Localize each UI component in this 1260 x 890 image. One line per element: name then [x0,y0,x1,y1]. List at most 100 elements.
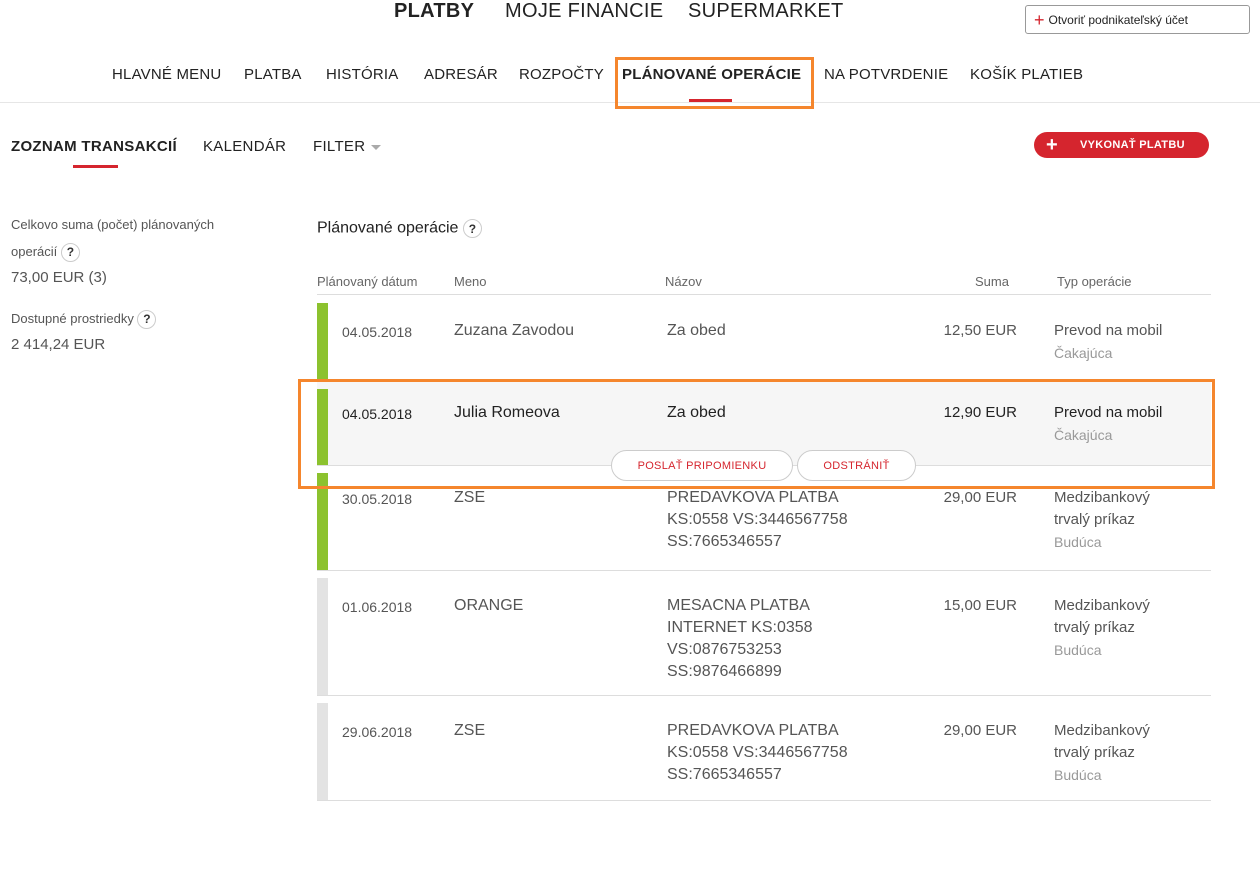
header-divider [317,294,1211,295]
total-sum-label-line1: Celkovo suma (počet) plánovaných [11,217,215,232]
available-funds-label: Dostupné prostriedky ? [11,305,157,332]
status-text: Budúca [1054,534,1102,550]
table-row[interactable]: 30.05.2018 ZSE PREDAVKOVA PLATBA KS:0558 VS… [317,466,1211,571]
active-sub-tab-indicator [689,99,732,102]
cell-sum: 15,00 EUR [943,597,1017,614]
sub-tab-adresar[interactable]: ADRESÁR [424,66,498,83]
cell-date: 01.06.2018 [342,599,413,615]
cell-title: MESACNA PLATBA INTERNET KS:0358 VS:0876753… [667,595,813,683]
make-payment-button[interactable]: + VYKONAŤ PLATBU [1034,132,1209,158]
total-sum-label: Celkovo suma (počet) plánovaných operáci… [11,211,214,265]
cell-type-line: Medzibankový [1054,597,1150,614]
cell-sum: 12,90 EUR [943,404,1017,421]
cell-title-line: SS:9876466899 [667,663,782,680]
sub-tab-rozpocty[interactable]: ROZPOČTY [519,66,604,83]
make-payment-label: VYKONAŤ PLATBU [1079,139,1185,151]
help-icon[interactable]: ? [60,243,80,263]
sub-tab-historia[interactable]: HISTÓRIA [326,66,398,83]
cell-title-line: Za obed [667,322,726,339]
cell-title-line: PREDAVKOVA PLATBA [667,722,839,739]
cell-type: Prevod na mobil Čakajúca [1054,320,1162,364]
cell-date: 29.06.2018 [342,724,413,740]
total-sum-label-line2: operácií [11,244,58,259]
cell-name: ORANGE [454,597,524,614]
column-header-name[interactable]: Meno [454,274,487,289]
cell-date: 04.05.2018 [342,406,413,422]
cell-title-line: KS:0558 VS:3446567758 [667,744,848,761]
cell-type: Medzibankový trvalý príkaz Budúca [1054,487,1150,553]
sub-tab-hlavne-menu[interactable]: HLAVNÉ MENU [112,66,221,83]
main-tab-moje-financie[interactable]: MOJE FINANCIE [505,0,663,23]
status-text: Budúca [1054,642,1102,658]
cell-date: 30.05.2018 [342,491,413,507]
top-navigation: PLATBY MOJE FINANCIE SUPERMARKET + Otvor… [0,0,1260,103]
cell-type-line: Medzibankový [1054,722,1150,739]
sub-tab-kosik-platieb[interactable]: KOŠÍK PLATIEB [970,66,1083,83]
sub-tab-na-potvrdenie[interactable]: NA POTVRDENIE [824,66,948,83]
cell-title-line: SS:7665346557 [667,533,782,550]
status-text: Budúca [1054,767,1102,783]
main-tab-supermarket[interactable]: SUPERMARKET [688,0,844,23]
status-text: Čakajúca [1054,427,1113,443]
section-title-text: Plánované operácie [317,219,459,237]
plus-icon: + [1046,134,1058,156]
cell-type-line: Prevod na mobil [1054,404,1163,421]
cell-type: Medzibankový trvalý príkaz Budúca [1054,595,1150,661]
cell-title: PREDAVKOVA PLATBA KS:0558 VS:3446567758 SS… [667,720,848,786]
cell-title-line: SS:7665346557 [667,766,782,783]
help-icon[interactable]: ? [462,219,482,238]
plus-icon: + [1034,9,1045,30]
cell-name: Zuzana Zavodou [454,322,575,339]
column-header-date[interactable]: Plánovaný dátum [317,274,417,289]
table-row[interactable]: 01.06.2018 ORANGE MESACNA PLATBA INTERNET K… [317,571,1211,696]
cell-type-line: trvalý príkaz [1054,511,1135,528]
cell-title: PREDAVKOVA PLATBA KS:0558 VS:3446567758 SS… [667,487,848,553]
status-bar [317,578,328,695]
table-row[interactable]: 04.05.2018 Zuzana Zavodou Za obed 12,50 EUR… [317,296,1211,382]
sub-tab-platba[interactable]: PLATBA [244,66,302,83]
open-business-account-label: Otvoriť podnikateľský účet [1048,12,1188,27]
available-funds-value: 2 414,24 EUR [11,336,106,353]
cell-sum: 12,50 EUR [943,322,1017,339]
cell-name: Julia Romeova [454,404,560,421]
section-title: Plánované operácie ? [317,219,482,238]
cell-title-line: MESACNA PLATBA [667,597,810,614]
column-header-title[interactable]: Názov [665,274,702,289]
cell-type: Prevod na mobil Čakajúca [1054,402,1162,446]
available-funds-label-text: Dostupné prostriedky [11,311,134,326]
cell-sum: 29,00 EUR [943,722,1017,739]
filter-dropdown[interactable]: FILTER [313,138,382,155]
total-sum-value: 73,00 EUR (3) [11,269,107,286]
main-tab-platby[interactable]: PLATBY [394,0,474,23]
cell-type: Medzibankový trvalý príkaz Budúca [1054,720,1150,786]
table-row[interactable]: 29.06.2018 ZSE PREDAVKOVA PLATBA KS:0558 VS… [317,696,1211,801]
delete-button[interactable]: ODSTRÁNIŤ [797,450,916,481]
sub-tab-planovane-operacie[interactable]: PLÁNOVANÉ OPERÁCIE [622,66,801,83]
cell-name: ZSE [454,722,486,739]
status-bar [317,473,328,570]
view-tab-zoznam-transakcii[interactable]: ZOZNAM TRANSAKCIÍ [11,138,177,155]
cell-title-line: INTERNET KS:0358 [667,619,813,636]
filter-label: FILTER [313,138,366,155]
status-bar [317,703,328,800]
status-text: Čakajúca [1054,345,1113,361]
column-header-sum[interactable]: Suma [975,274,1009,289]
cell-type-line: Medzibankový [1054,489,1150,506]
status-bar [317,389,328,465]
cell-title-line: KS:0558 VS:3446567758 [667,511,848,528]
cell-title: Za obed [667,402,726,424]
cell-date: 04.05.2018 [342,324,413,340]
send-reminder-button[interactable]: POSLAŤ PRIPOMIENKU [611,450,793,481]
cell-title: Za obed [667,320,726,342]
caret-down-icon [371,144,382,150]
cell-type-line: trvalý príkaz [1054,619,1135,636]
active-view-indicator [73,165,118,168]
cell-title-line: VS:0876753253 [667,641,782,658]
open-business-account-button[interactable]: + Otvoriť podnikateľský účet [1025,5,1250,34]
column-header-type[interactable]: Typ operácie [1057,274,1131,289]
status-bar [317,303,328,381]
help-icon[interactable]: ? [137,310,157,330]
cell-type-line: Prevod na mobil [1054,322,1163,339]
view-tab-kalendar[interactable]: KALENDÁR [203,138,286,155]
cell-name: ZSE [454,489,486,506]
